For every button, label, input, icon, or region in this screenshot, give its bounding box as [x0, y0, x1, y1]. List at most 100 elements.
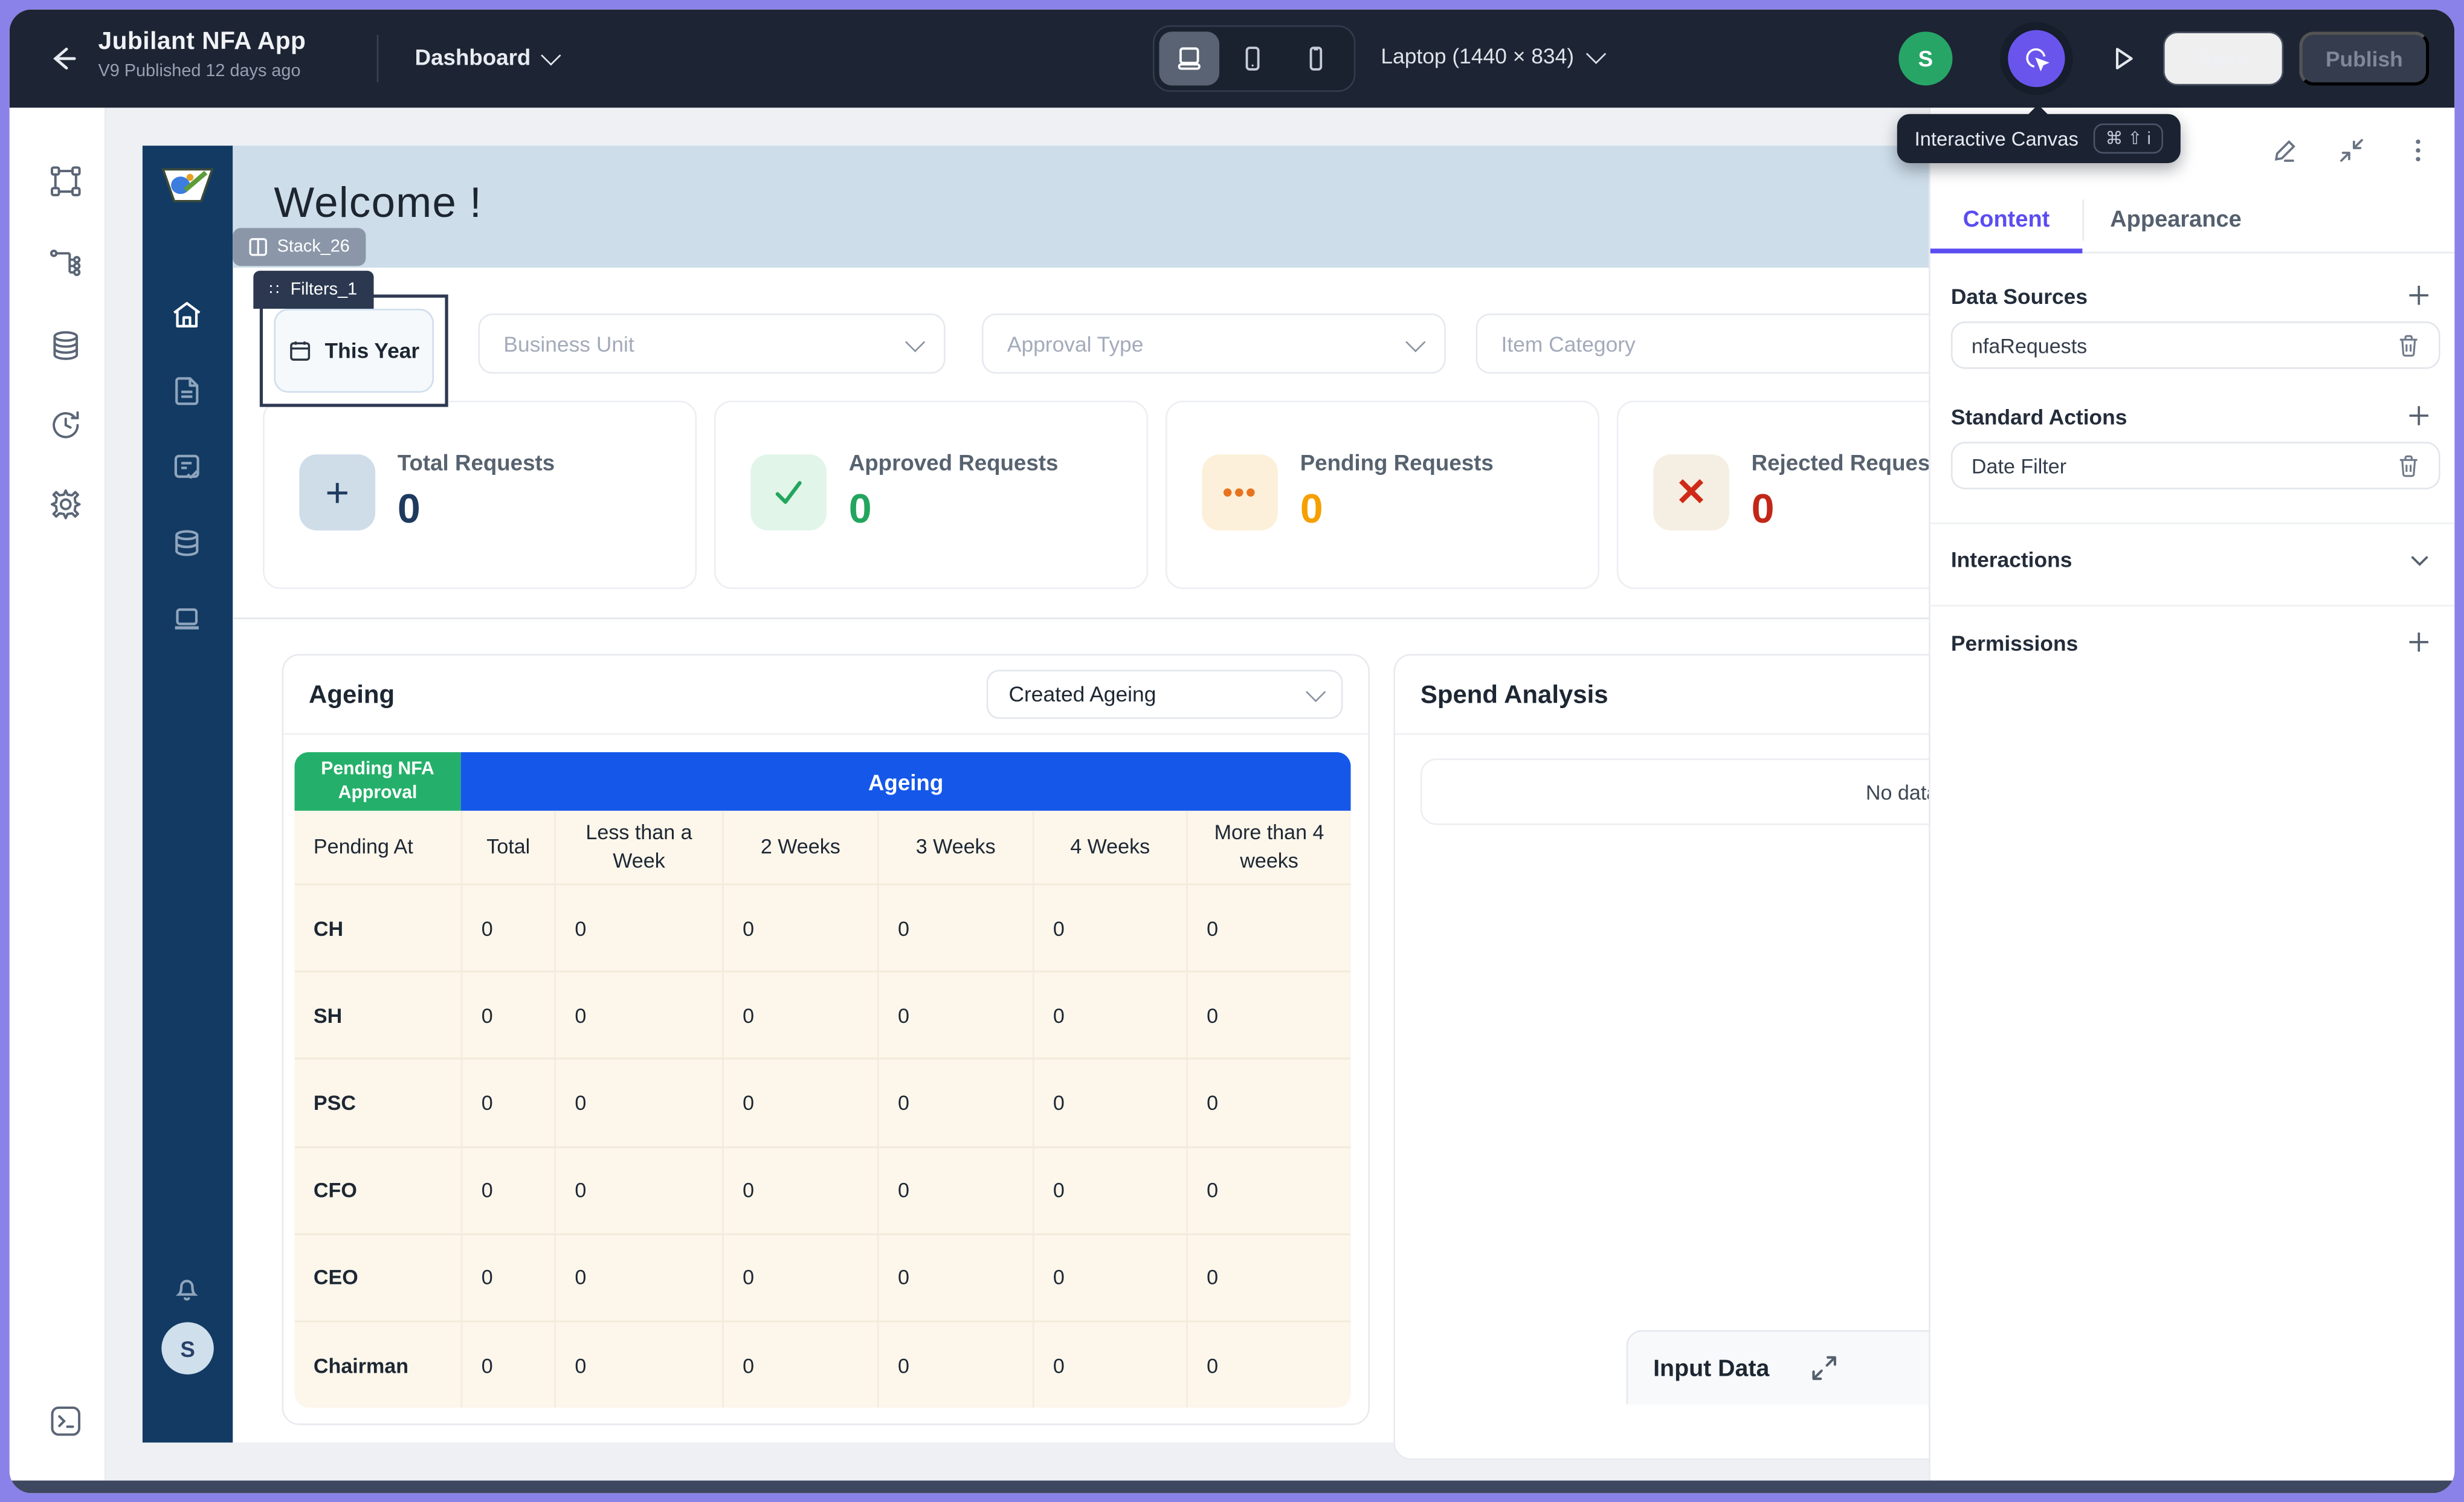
tab-appearance[interactable]: Appearance [2084, 187, 2268, 251]
item-category-dropdown[interactable]: Item Category [1476, 314, 1981, 374]
row-value: 0 [1186, 1060, 1351, 1146]
welcome-title: Welcome ! [274, 179, 482, 228]
calendar-icon [288, 339, 312, 363]
history-icon[interactable] [48, 407, 84, 443]
section-divider [1930, 605, 2454, 607]
device-phone-button[interactable] [1286, 31, 1346, 85]
stat-label: Approved Requests [849, 450, 1059, 475]
app-document-check-icon[interactable] [169, 450, 204, 485]
app-document-icon[interactable] [169, 374, 204, 409]
database-icon[interactable] [48, 328, 84, 364]
row-value: 0 [877, 1060, 1033, 1146]
edit-pencil-icon[interactable] [2271, 136, 2299, 164]
ageing-title: Ageing [309, 683, 395, 711]
group-header-pending: Pending NFA Approval [294, 752, 460, 811]
section-divider [1930, 523, 2454, 524]
table-row: SH000000 [294, 971, 1350, 1059]
column-header: Less than a Week [554, 811, 722, 884]
publish-button[interactable]: Publish [2299, 31, 2429, 85]
date-filter-label: This Year [325, 339, 420, 363]
app-home-icon[interactable] [169, 298, 204, 333]
ellipsis-icon: ••• [1202, 454, 1278, 530]
approval-type-dropdown[interactable]: Approval Type [982, 314, 1446, 374]
row-value: 0 [1186, 1147, 1351, 1233]
layers-tree-icon[interactable] [48, 245, 84, 282]
row-value: 0 [1033, 973, 1186, 1059]
device-toggle-group [1153, 25, 1355, 92]
window-bottom-bar [10, 1480, 2455, 1492]
interactions-chevron-icon[interactable] [2408, 549, 2431, 572]
input-data-label: Input Data [1653, 1355, 1769, 1382]
app-bell-icon[interactable] [169, 1270, 204, 1305]
selected-stack-badge[interactable]: Stack_26 [233, 228, 366, 266]
builder-sidebar [10, 108, 106, 1480]
row-value: 0 [877, 973, 1033, 1059]
row-value: 0 [877, 1147, 1033, 1233]
ageing-type-dropdown[interactable]: Created Ageing [987, 670, 1343, 719]
terminal-icon[interactable] [48, 1403, 84, 1439]
table-group-header: Pending NFA Approval Ageing [294, 752, 1350, 811]
data-source-item[interactable]: nfaRequests [1951, 321, 2440, 369]
standard-action-item[interactable]: Date Filter [1951, 442, 2440, 489]
chevron-down-icon [541, 45, 561, 65]
back-icon[interactable] [48, 43, 79, 74]
table-row: PSC000000 [294, 1059, 1350, 1146]
viewport-size-label: Laptop (1440 × 834) [1381, 44, 1574, 68]
dropdown-placeholder: Approval Type [1007, 332, 1144, 355]
standard-actions-title: Standard Actions [1951, 405, 2127, 429]
group-header-ageing: Ageing [461, 752, 1351, 811]
device-laptop-button[interactable] [1159, 31, 1219, 85]
row-value: 0 [1033, 1147, 1186, 1233]
app-database-icon[interactable] [169, 526, 204, 561]
app-nav-sidebar: S [143, 146, 233, 1442]
app-user-avatar[interactable]: S [161, 1322, 213, 1374]
selection-outline[interactable]: This Year [260, 294, 448, 407]
add-permission-icon[interactable] [2407, 630, 2431, 654]
selected-filters-badge[interactable]: ∷ Filters_1 [253, 271, 373, 309]
app-version-status: V9 Published 12 days ago [98, 62, 306, 80]
column-header: 4 Weeks [1033, 811, 1186, 884]
frame-tool-icon[interactable] [48, 163, 84, 199]
table-row: Chairman000000 [294, 1321, 1350, 1408]
app-title: Jubilant NFA App [98, 28, 306, 57]
dropdown-placeholder: Business Unit [503, 332, 634, 355]
add-data-source-icon[interactable] [2407, 283, 2431, 307]
device-tablet-button[interactable] [1222, 31, 1283, 85]
x-icon: ✕ [1653, 454, 1729, 530]
row-value: 0 [877, 885, 1033, 971]
user-avatar[interactable]: S [1898, 31, 1952, 85]
trash-icon[interactable] [2398, 334, 2420, 357]
date-filter-button[interactable]: This Year [274, 309, 434, 393]
row-label: Chairman [294, 1322, 460, 1408]
collapse-panel-icon[interactable] [2337, 136, 2366, 164]
input-data-panel-tab[interactable]: Input Data [1627, 1330, 1943, 1404]
table-row: CFO000000 [294, 1146, 1350, 1233]
row-value: 0 [461, 1235, 555, 1321]
ageing-table-body: CH000000SH000000PSC000000CFO000000CEO000… [294, 883, 1350, 1408]
add-standard-action-icon[interactable] [2407, 404, 2431, 427]
column-header: 2 Weeks [722, 811, 877, 884]
stat-label: Pending Requests [1300, 450, 1494, 475]
app-laptop-icon[interactable] [169, 602, 204, 637]
tab-content[interactable]: Content [1930, 187, 2083, 251]
row-value: 0 [1186, 973, 1351, 1059]
kebab-menu-icon[interactable] [2404, 136, 2432, 164]
data-source-name: nfaRequests [1972, 334, 2087, 357]
card-header-divider [283, 733, 1368, 735]
row-value: 0 [554, 1322, 722, 1408]
filters-badge-label: Filters_1 [291, 280, 358, 299]
viewport-size-selector[interactable]: Laptop (1440 × 834) [1381, 44, 1601, 68]
interactive-canvas-button[interactable] [2008, 30, 2065, 87]
save-button[interactable]: Save [2163, 31, 2283, 85]
check-icon [750, 454, 827, 530]
page-selector[interactable]: Dashboard [415, 44, 556, 69]
preview-play-icon[interactable] [2109, 44, 2138, 73]
app-builder-window: Jubilant NFA App V9 Published 12 days ag… [10, 10, 2455, 1493]
row-label: CEO [294, 1235, 460, 1321]
settings-gear-icon[interactable] [48, 486, 84, 523]
screenshot-stage: Jubilant NFA App V9 Published 12 days ag… [0, 0, 2464, 1502]
trash-icon[interactable] [2398, 454, 2420, 477]
plus-icon: + [299, 454, 375, 530]
business-unit-dropdown[interactable]: Business Unit [478, 314, 945, 374]
expand-icon[interactable] [1810, 1354, 1839, 1382]
